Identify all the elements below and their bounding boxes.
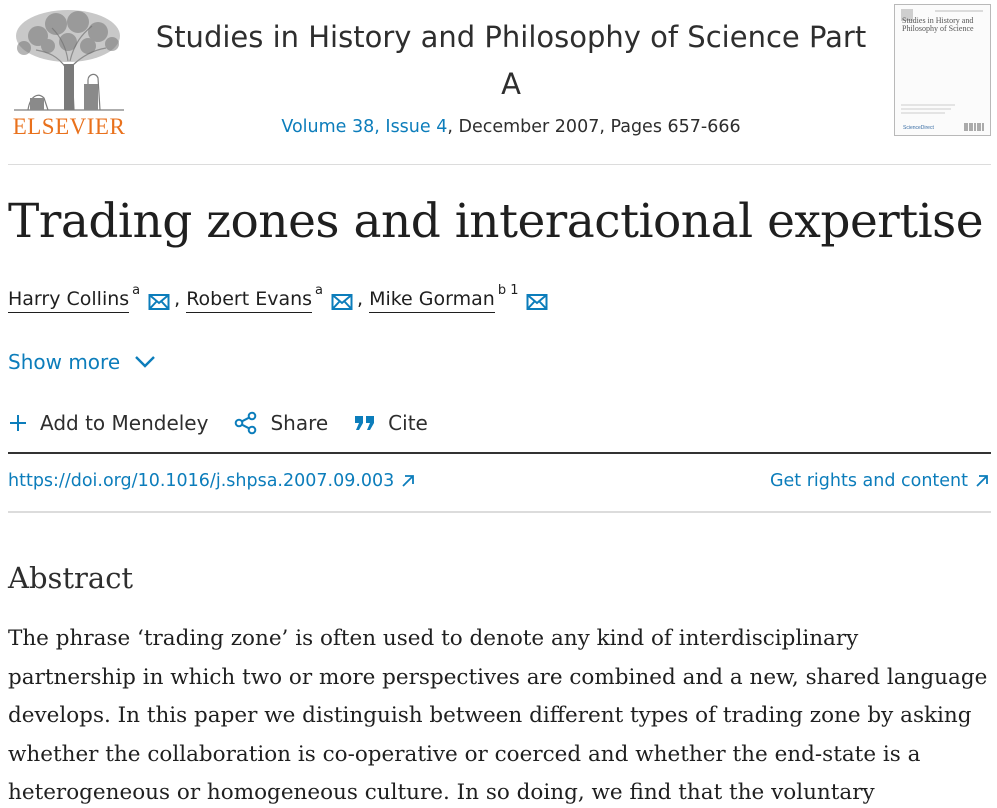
author-separator: , [174,288,181,310]
elsevier-tree-icon [14,10,124,111]
show-more-button[interactable]: Show more [8,350,156,374]
rights-text: Get rights and content [769,471,968,491]
journal-header: Studies in History and Philosophy of Sci… [136,14,886,137]
journal-cover-thumbnail[interactable]: ScienceDirect Studies in History and Phi… [894,4,991,136]
mail-icon[interactable] [331,293,353,311]
author-link-collins[interactable]: Harry Collins [8,287,130,313]
abstract-line: develops. In this paper we distinguish b… [8,703,972,728]
author-list: Harry Collins a , Robert Evans a , Mike … [8,283,552,313]
abstract-line: partnership in which two or more perspec… [8,664,988,690]
article-title: Trading zones and interactional expertis… [8,194,984,249]
cite-label: Cite [388,411,428,435]
abstract-line: heterogeneous or homogeneous culture. In… [8,780,875,805]
issue-link[interactable]: Volume 38, Issue 4 [281,117,447,137]
chevron-down-icon [135,356,155,368]
issue-date-pages: , December 2007, Pages 657-666 [447,117,741,137]
share-icon [235,411,257,435]
elsevier-logo[interactable]: ELSEVIER [8,6,130,139]
author-link-evans[interactable]: Robert Evans [186,287,313,313]
author-affiliation[interactable]: a [132,283,140,299]
abstract-line: whether the collaboration is co-operativ… [8,741,921,767]
add-to-mendeley-button[interactable]: Add to Mendeley [8,411,208,435]
share-label: Share [270,411,329,435]
abstract-body: The phrase ‘trading zone’ is often used … [8,620,997,808]
mendeley-label: Add to Mendeley [40,411,209,435]
share-button[interactable]: Share [234,411,328,435]
toolbar-divider [8,452,991,454]
show-more-label: Show more [8,350,121,374]
plus-icon [10,415,26,431]
author-affiliation[interactable]: b 1 [498,283,519,299]
journal-title-line2: A [501,67,521,101]
publisher-name: ELSEVIER [12,114,126,139]
get-rights-link[interactable]: Get rights and content [770,471,989,491]
header-divider [8,164,991,165]
abstract-heading: Abstract [8,561,134,595]
doi-link[interactable]: https://doi.org/10.1016/j.shpsa.2007.09.… [8,471,415,491]
mail-icon[interactable] [526,293,548,311]
mail-icon[interactable] [148,293,170,311]
journal-title-line1: Studies in History and Philosophy of Sci… [155,20,867,54]
author-link-gorman[interactable]: Mike Gorman [369,287,495,313]
doi-text: https://doi.org/10.1016/j.shpsa.2007.09.… [8,471,395,491]
external-arrow-icon [402,475,415,487]
author-name: Harry Collins [8,288,130,310]
issue-info: Volume 38, Issue 4, December 2007, Pages… [136,117,886,137]
abstract-line: The phrase ‘trading zone’ is often used … [8,626,859,651]
journal-title-link[interactable]: Studies in History and Philosophy of Sci… [136,14,886,108]
author-separator: , [357,288,364,310]
external-arrow-icon [976,475,988,487]
author-name: Mike Gorman [369,288,495,310]
cite-button[interactable]: Cite [354,411,428,435]
svg-text:ScienceDirect: ScienceDirect [903,125,934,131]
article-page: ELSEVIER Studies in History and Philosop… [0,0,997,808]
article-toolbar: Add to Mendeley Share Cite [8,411,454,435]
doi-divider [8,511,991,513]
author-name: Robert Evans [186,288,313,310]
cover-journal-title: Studies in History and Philosophy of Sci… [902,16,974,33]
author-affiliation[interactable]: a [315,283,323,299]
quote-icon [355,416,375,430]
